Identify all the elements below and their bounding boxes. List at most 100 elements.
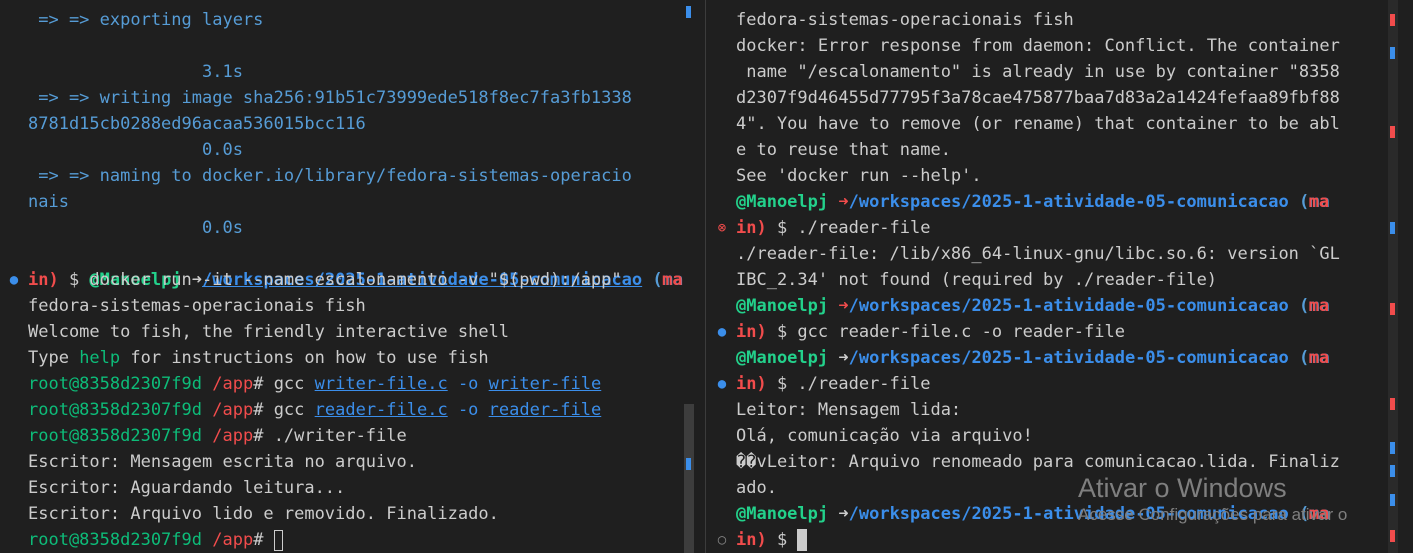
prompt-hash: # [253, 400, 264, 420]
terminal-pane-right[interactable]: fedora-sistemas-operacionais fish docker… [708, 0, 1413, 553]
terminal-line: Escritor: Arquivo lido e removido. Final… [28, 504, 499, 524]
cwd: /app [212, 426, 254, 446]
terminal-line: See 'docker run --help'. [736, 166, 982, 186]
scroll-marker [1390, 442, 1395, 454]
scrollbar-right[interactable] [1388, 0, 1398, 553]
terminal-line: Welcome to fish, the friendly interactiv… [28, 322, 510, 342]
terminal-line: Olá, comunicação via arquivo! [736, 426, 1033, 446]
terminal-line: => => exporting layers [28, 10, 264, 30]
help-keyword: help [79, 348, 121, 368]
terminal-line: => => writing image sha256:91b51c73999ed… [28, 88, 632, 108]
terminal-line: Escritor: Mensagem escrita no arquivo. [28, 452, 417, 472]
text-segment: $ ./reader-file [766, 218, 931, 238]
text-segment: -o [447, 374, 489, 394]
text-segment: Type [28, 348, 80, 368]
scrollbar-thumb[interactable] [684, 404, 694, 553]
cwd: /app [212, 400, 254, 420]
file-link[interactable]: writer-file [489, 374, 602, 394]
prompt-path: /workspaces/2025-1-atividade-05-comunica… [848, 348, 1289, 368]
shell-prompt: @Manoelpj ➜/workspaces/2025-1-atividade-… [736, 296, 1330, 316]
terminal-line: IBC_2.34' not found (required by ./reade… [736, 270, 1218, 290]
prompt-hash: # [253, 530, 264, 550]
prompt-arrow-icon: ➜ [838, 348, 849, 368]
terminal-line: e to reuse that name. [736, 140, 951, 160]
text-segment: $ gcc reader-file.c -o reader-file [766, 322, 1125, 342]
scroll-marker [686, 458, 691, 470]
terminal-line: => => naming to docker.io/library/fedora… [28, 166, 632, 186]
text-segment: for instructions on how to use fish [120, 348, 489, 368]
root-prompt: root@8358d2307f9d [28, 530, 202, 550]
scroll-marker [1390, 47, 1395, 59]
shell-command: ⊗ in) $ ./reader-file [718, 215, 1413, 241]
error-decoration-icon[interactable]: ⊗ [712, 215, 732, 241]
prompt-path: /workspaces/2025-1-atividade-05-comunica… [848, 192, 1289, 212]
prompt-hash: # [253, 426, 264, 446]
command-decoration-icon[interactable]: ● [712, 319, 732, 345]
docker-command: $ docker run -it --name escalonamento -v… [58, 270, 622, 290]
root-prompt: root@8358d2307f9d [28, 374, 202, 394]
scroll-marker [1390, 303, 1395, 315]
terminal-line: 4". You have to remove (or rename) that … [736, 114, 1340, 134]
fish-command-line: root@8358d2307f9d /app# ./writer-file [28, 423, 684, 449]
root-prompt: root@8358d2307f9d [28, 426, 202, 446]
prompt-user: @Manoelpj [736, 504, 829, 524]
text-segment: $ [766, 530, 798, 550]
text-segment: gcc [263, 400, 315, 420]
cwd: /app [212, 374, 254, 394]
cwd: /app [212, 530, 254, 550]
terminal-line: Type help for instructions on how to use… [28, 345, 684, 371]
prompt-branch-close: in) [28, 270, 59, 290]
prompt-arrow-icon: ➜ [838, 504, 849, 524]
fish-command-line: root@8358d2307f9d /app# gcc reader-file.… [28, 397, 684, 423]
terminal-line: nais [28, 192, 69, 212]
windows-activation-watermark: Ativar o Windows Acesse Configurações pa… [1078, 472, 1347, 526]
prompt-branch-close: in) [736, 322, 767, 342]
terminal-line: fedora-sistemas-operacionais fish [736, 10, 1074, 30]
prompt-arrow-icon: ➜ [838, 296, 849, 316]
shell-command: ● in) $ ./reader-file [718, 371, 1413, 397]
pane-separator[interactable] [705, 0, 706, 553]
terminal-line: 3.1s [28, 62, 243, 82]
terminal-line: fedora-sistemas-operacionais fish [28, 296, 366, 316]
file-link[interactable]: reader-file.c [315, 400, 448, 420]
text-segment: -o [447, 400, 489, 420]
shell-command: ● in) $ gcc reader-file.c -o reader-file [718, 319, 1413, 345]
fish-command-line[interactable]: root@8358d2307f9d /app# [28, 527, 684, 553]
terminal-output-left: => => exporting layers 3.1s => => writin… [10, 7, 684, 553]
terminal-line: Escritor: Aguardando leitura... [28, 478, 346, 498]
prompt-path: /workspaces/2025-1-atividade-05-comunica… [848, 296, 1289, 316]
command-decoration-icon[interactable]: ● [712, 371, 732, 397]
prompt-user: @Manoelpj [736, 296, 829, 316]
terminal-cursor [273, 529, 283, 551]
shell-command: in) $ docker run -it --name escalonament… [28, 267, 684, 293]
text-segment: ./writer-file [263, 426, 407, 446]
file-link[interactable]: reader-file [489, 400, 602, 420]
text-segment: $ ./reader-file [766, 374, 931, 394]
scroll-marker [1390, 494, 1395, 506]
text-segment: gcc [263, 374, 315, 394]
scroll-marker [1390, 14, 1395, 26]
prompt-hash: # [253, 374, 264, 394]
file-link[interactable]: writer-file.c [315, 374, 448, 394]
shell-prompt: ● @Manoelpj ➜/workspaces/2025-1-atividade… [10, 241, 684, 290]
scroll-marker [1390, 398, 1395, 410]
scroll-marker [1390, 126, 1395, 138]
shell-command[interactable]: ○ in) $ [718, 527, 1413, 553]
scroll-marker [686, 6, 691, 18]
terminal-line: Leitor: Mensagem lida: [736, 400, 962, 420]
terminal-line: name "/escalonamento" is already in use … [736, 62, 1340, 82]
prompt-branch-close: in) [736, 530, 767, 550]
scroll-marker [1390, 465, 1395, 477]
fish-command-line: root@8358d2307f9d /app# gcc writer-file.… [28, 371, 684, 397]
scrollbar-left[interactable] [684, 0, 694, 553]
watermark-subtitle: Acesse Configurações para ativar o [1078, 505, 1348, 524]
terminal-pane-left[interactable]: => => exporting layers 3.1s => => writin… [0, 0, 684, 553]
shell-prompt: @Manoelpj ➜/workspaces/2025-1-atividade-… [736, 348, 1330, 368]
terminal-line: 0.0s [28, 140, 243, 160]
terminal-line: 8781d15cb0288ed96acaa536015bcc116 [28, 114, 366, 134]
terminal-line: docker: Error response from daemon: Conf… [736, 36, 1340, 56]
command-decoration-icon[interactable]: ● [4, 267, 24, 293]
prompt-user: @Manoelpj [736, 192, 829, 212]
empty-decoration-icon[interactable]: ○ [712, 527, 732, 553]
